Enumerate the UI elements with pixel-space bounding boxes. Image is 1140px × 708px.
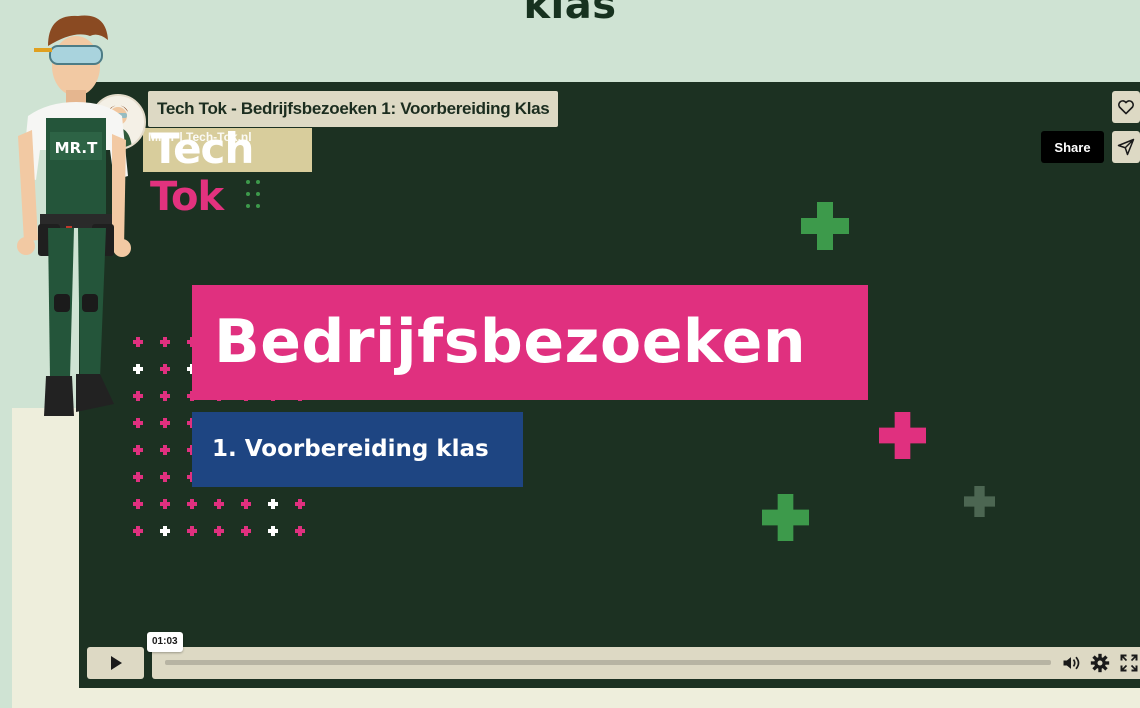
banner-title: Bedrijfsbezoeken [192,285,868,400]
send-button[interactable] [1112,131,1140,163]
video-byline[interactable]: Mr. T | Tech-Tok.nl [148,130,252,144]
plus-grey-small [964,486,995,517]
dot-grid-mark [241,526,251,536]
dot-grid-mark [160,445,170,455]
volume-icon[interactable] [1061,653,1081,673]
dot-grid-mark [160,526,170,536]
dot-grid-mark [133,445,143,455]
send-icon [1117,138,1135,156]
time-tooltip: 01:03 [147,632,183,652]
dot-grid-mark [160,337,170,347]
dot-grid-mark [187,526,197,536]
heart-icon [1118,100,1134,115]
dot-grid-mark [214,526,224,536]
dot-grid-mark [268,499,278,509]
dot-grid-mark [160,364,170,374]
like-button[interactable] [1112,91,1140,123]
dot-grid-mark [268,526,278,536]
play-icon [110,656,122,670]
dot-grid-mark [160,391,170,401]
dot-grid-mark [133,472,143,482]
progress-bar[interactable] [165,660,1051,665]
dot-grid-mark [295,499,305,509]
fullscreen-icon[interactable] [1119,653,1139,673]
page-heading: klas [523,0,617,28]
share-button[interactable]: Share [1041,131,1104,163]
gear-icon[interactable] [1090,653,1110,673]
logo-tok-text: Tok [150,174,224,220]
mascot-label: MR.T [55,139,98,157]
dot-grid-mark [241,499,251,509]
dot-grid-mark [160,472,170,482]
dot-grid-mark [160,499,170,509]
plus-green-top [801,202,849,250]
banner-subtitle: 1. Voorbereiding klas [192,412,523,487]
dot-grid-mark [187,499,197,509]
video-title[interactable]: Tech Tok - Bedrijfsbezoeken 1: Voorberei… [148,91,559,127]
dot-grid-mark [133,499,143,509]
dot-grid-mark [133,526,143,536]
plus-pink-right [879,412,926,459]
play-button[interactable] [87,647,144,679]
mascot-illustration: MR.T [17,15,131,416]
dot-grid-mark [295,526,305,536]
logo-dots-icon [246,180,260,208]
dot-grid-mark [214,499,224,509]
plus-green-bottom [762,494,809,541]
dot-grid-mark [160,418,170,428]
